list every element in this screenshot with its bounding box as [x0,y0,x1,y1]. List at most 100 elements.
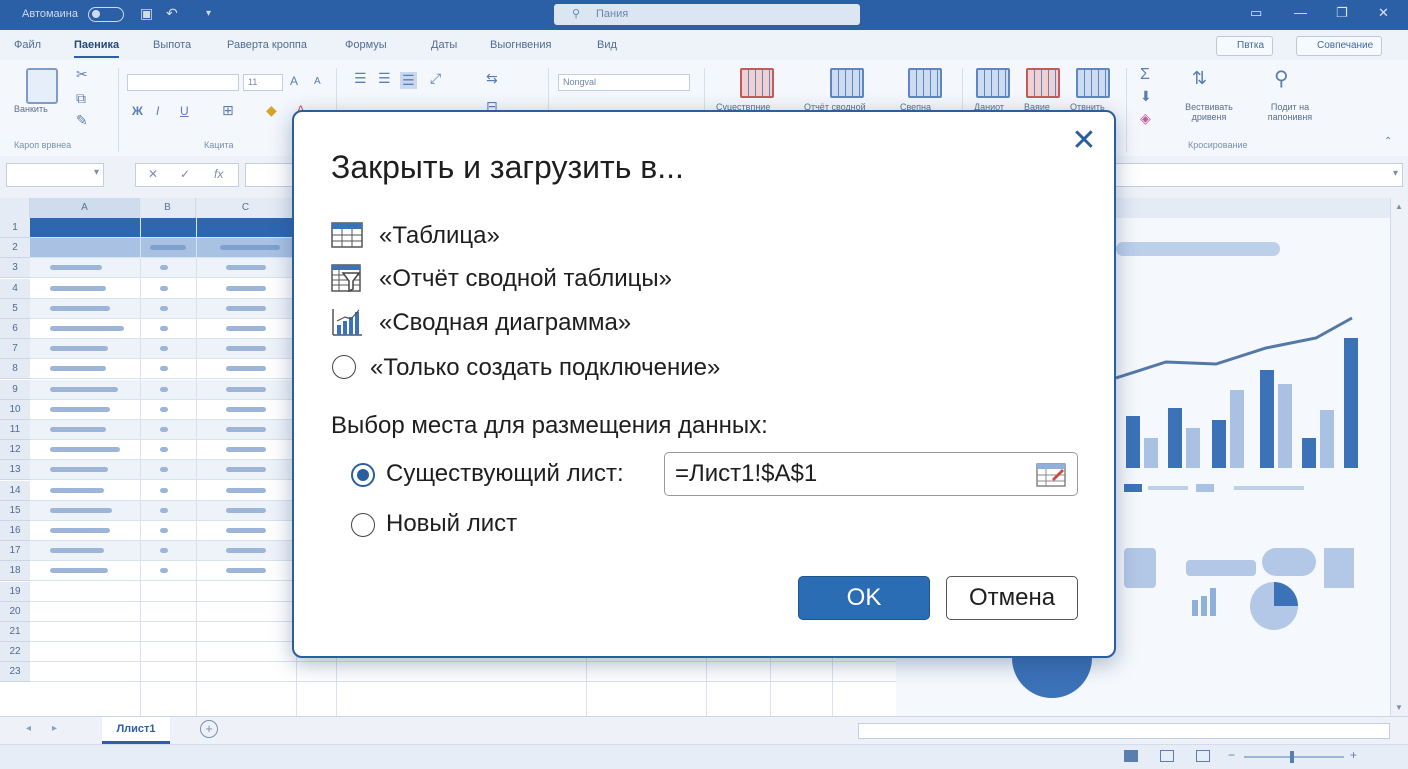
horizontal-scrollbar[interactable] [858,723,1390,739]
search-box[interactable]: ⚲ Пания [554,4,860,25]
row-header[interactable]: 18 [0,561,30,581]
zoom-slider[interactable] [1244,751,1344,763]
borders-icon[interactable]: ⊞ [222,102,234,119]
new-sheet-radio[interactable] [351,513,375,537]
italic-icon[interactable]: I [156,104,159,118]
row-header[interactable]: 8 [0,359,30,379]
restore-icon[interactable]: ❐ [1336,5,1348,21]
range-picker-icon[interactable] [1036,463,1066,487]
format-cells-icon[interactable] [1076,68,1110,98]
page-layout-view-icon[interactable] [1160,750,1174,762]
orientation-icon[interactable]: ⤢ [430,70,441,87]
clear-icon[interactable]: ◈ [1140,110,1151,127]
fill-icon[interactable]: ⬇ [1140,88,1152,105]
row-header[interactable]: 10 [0,400,30,420]
option-pivot-chart[interactable]: «Сводная диаграмма» [331,307,671,337]
fill-color-icon[interactable]: ◆ [266,102,277,119]
row-header[interactable]: 15 [0,501,30,521]
row-header[interactable]: 11 [0,420,30,440]
cancel-button[interactable]: Отмена [946,576,1078,620]
save-icon[interactable]: ▣ [140,5,153,22]
autosum-icon[interactable]: Σ [1140,66,1150,84]
table-row[interactable] [30,662,896,682]
bold-icon[interactable]: Ж [132,104,143,118]
row-header[interactable]: 16 [0,521,30,541]
align-bottom-icon[interactable]: ☰ [400,72,417,89]
format-painter-icon[interactable]: ✎ [76,112,88,129]
number-format-select[interactable]: Nongval [558,74,690,91]
row-header[interactable]: 17 [0,541,30,561]
tab-home[interactable]: Паеника [74,39,120,58]
row-header[interactable]: 19 [0,582,30,602]
sort-filter-icon[interactable]: ⇅ [1192,68,1207,89]
row-header[interactable]: 14 [0,481,30,501]
row-header[interactable]: 23 [0,662,30,682]
tab-view[interactable]: Вид [597,39,617,51]
expand-formula-icon[interactable]: ▾ [1393,168,1398,179]
row-header[interactable]: 7 [0,339,30,359]
name-box-dropdown-icon[interactable]: ▾ [94,167,99,178]
ribbon-display-icon[interactable]: ▭ [1250,5,1262,21]
connection-only-radio[interactable] [332,355,356,379]
scroll-up-icon[interactable]: ▲ [1395,202,1403,211]
row-header[interactable]: 22 [0,642,30,662]
collapse-ribbon-icon[interactable]: ⌃ [1384,136,1392,147]
column-header-a[interactable]: A [30,198,140,218]
row-header[interactable]: 21 [0,622,30,642]
tab-insert[interactable]: Выпота [153,39,191,51]
tab-data[interactable]: Даты [431,39,457,51]
cut-icon[interactable]: ✂ [76,66,88,83]
dialog-close-icon[interactable]: ✕ [1067,124,1101,158]
insert-cells-icon[interactable] [976,68,1010,98]
tab-file[interactable]: Файл [14,39,41,51]
existing-sheet-radio[interactable] [351,463,375,487]
prev-sheet-icon[interactable]: ◂ [26,723,31,734]
comments-button[interactable]: Совпечание [1296,36,1383,56]
scroll-down-icon[interactable]: ▼ [1395,703,1403,712]
name-box[interactable]: ▾ [6,163,104,187]
cancel-entry-icon[interactable]: ✕ [148,167,158,181]
align-middle-icon[interactable]: ☰ [378,70,391,87]
ok-button[interactable]: OK [798,576,930,620]
row-header[interactable]: 6 [0,319,30,339]
normal-view-icon[interactable] [1124,750,1138,762]
grow-font-icon[interactable]: A [290,74,298,88]
undo-icon[interactable]: ↶ [166,5,178,22]
close-window-icon[interactable]: ✕ [1378,5,1389,21]
column-header-b[interactable]: B [140,198,196,218]
tab-formulas[interactable]: Формуы [345,39,387,51]
row-header[interactable]: 12 [0,440,30,460]
align-top-icon[interactable]: ☰ [354,70,367,87]
zoom-out-icon[interactable]: − [1228,748,1235,762]
option-connection-only[interactable]: «Только создать подключение» [331,352,781,382]
insert-function-icon[interactable]: fx [214,167,223,181]
page-break-view-icon[interactable] [1196,750,1210,762]
column-header-c[interactable]: C [196,198,296,218]
tab-review[interactable]: Выогнвения [490,39,551,51]
zoom-in-icon[interactable]: + [1350,748,1357,762]
paste-icon[interactable] [26,68,58,104]
row-header[interactable]: 13 [0,460,30,480]
font-size-select[interactable]: 11 [243,74,283,91]
row-header[interactable]: 2 [0,238,30,258]
row-header[interactable]: 3 [0,258,30,278]
add-sheet-icon[interactable]: + [200,720,218,738]
row-header[interactable]: 20 [0,602,30,622]
conditional-formatting-icon[interactable] [740,68,774,98]
row-header[interactable]: 4 [0,279,30,299]
select-all-corner[interactable] [0,198,30,218]
next-sheet-icon[interactable]: ▸ [52,723,57,734]
confirm-entry-icon[interactable]: ✓ [180,167,190,181]
option-pivot-table[interactable]: «Отчёт сводной таблицы» [331,263,751,293]
format-as-table-icon[interactable] [830,68,864,98]
sheet-tab-1[interactable]: Ллист1 [102,717,170,744]
share-button[interactable]: Пвтка [1216,36,1274,56]
quick-access-dropdown-icon[interactable]: ▾ [206,8,211,19]
shrink-font-icon[interactable]: A [314,76,321,87]
delete-cells-icon[interactable] [1026,68,1060,98]
underline-icon[interactable]: U [180,104,189,118]
tab-page-layout[interactable]: Раверта кроппа [227,39,307,51]
zoom-slider-thumb[interactable] [1290,751,1294,763]
wrap-text-icon[interactable]: ⇆ [486,70,498,87]
minimize-icon[interactable]: — [1294,5,1307,20]
